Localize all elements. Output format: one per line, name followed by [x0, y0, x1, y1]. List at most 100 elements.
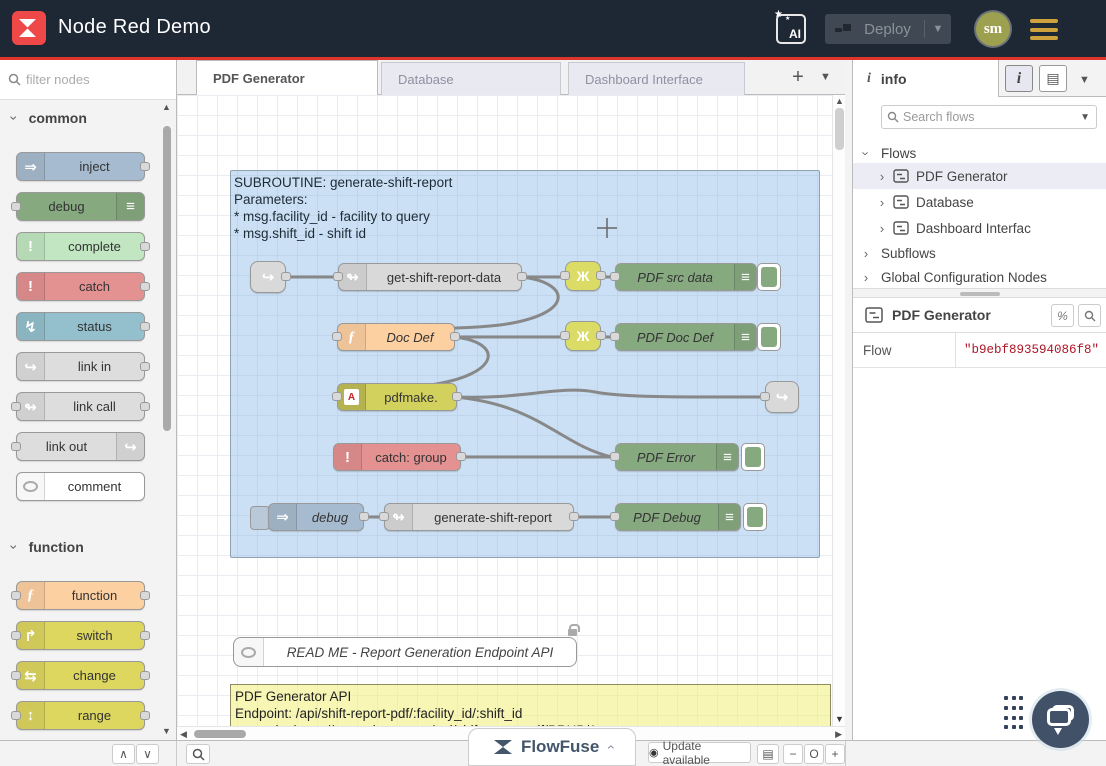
inject-trigger-button[interactable]: [250, 506, 270, 530]
node-pdfmake[interactable]: A pdfmake.: [337, 383, 457, 411]
main-menu-icon[interactable]: [1030, 19, 1058, 40]
input-port[interactable]: [610, 272, 620, 281]
node-debug-breakpoint[interactable]: Ж: [565, 321, 601, 351]
node-generate-shift-report[interactable]: ↬ generate-shift-report: [384, 503, 574, 531]
update-available-button[interactable]: ◉ Update available: [648, 742, 751, 763]
input-port[interactable]: [11, 202, 21, 211]
input-port[interactable]: [332, 332, 342, 341]
palette-node-debug[interactable]: debug ≡: [16, 192, 145, 221]
zoom-reset-button[interactable]: O: [804, 744, 824, 764]
palette-collapse-all-button[interactable]: ∧: [112, 744, 135, 764]
output-port[interactable]: [140, 711, 150, 720]
input-port[interactable]: [610, 452, 620, 461]
palette-node-catch[interactable]: ! catch: [16, 272, 145, 301]
chevron-right-icon[interactable]: ›: [875, 221, 889, 236]
scroll-down-icon[interactable]: ▼: [835, 714, 844, 724]
palette-node-comment[interactable]: comment: [16, 472, 145, 501]
input-port[interactable]: [11, 631, 21, 640]
palette-scrollbar[interactable]: ▲ ▼: [161, 102, 173, 736]
tab-database[interactable]: Database: [381, 62, 561, 95]
canvas-search-button[interactable]: [186, 744, 210, 764]
output-port[interactable]: [140, 671, 150, 680]
map-view-button[interactable]: ▤: [757, 744, 779, 764]
search-node-button[interactable]: [1078, 304, 1101, 327]
scroll-down-icon[interactable]: ▼: [162, 726, 171, 736]
chevron-right-icon[interactable]: ›: [875, 169, 889, 184]
deploy-dropdown-caret[interactable]: ▼: [925, 23, 951, 35]
input-port[interactable]: [760, 392, 770, 401]
debug-toggle-button[interactable]: [741, 443, 765, 471]
palette-node-inject[interactable]: ⇒ inject: [16, 152, 145, 181]
palette-node-switch[interactable]: ↱ switch: [16, 621, 145, 650]
palette-node-link-call[interactable]: ↬ link call: [16, 392, 145, 421]
property-value[interactable]: "b9ebf893594086f8": [956, 333, 1106, 367]
help-view-button[interactable]: ▤: [1039, 65, 1067, 92]
output-port[interactable]: [359, 512, 369, 521]
user-avatar[interactable]: sm: [976, 12, 1010, 46]
node-pdf-debug[interactable]: PDF Debug ≡: [615, 503, 741, 531]
scrollbar-thumb[interactable]: [194, 730, 246, 738]
input-port[interactable]: [379, 512, 389, 521]
input-port[interactable]: [332, 392, 342, 401]
node-doc-def[interactable]: ƒ Doc Def: [337, 323, 455, 351]
debug-toggle-button[interactable]: [757, 263, 781, 291]
sidebar-splitter[interactable]: [853, 288, 1106, 298]
output-port[interactable]: [140, 591, 150, 600]
zoom-out-button[interactable]: −: [783, 744, 803, 764]
output-port[interactable]: [140, 631, 150, 640]
input-port[interactable]: [11, 442, 21, 451]
chevron-right-icon[interactable]: ›: [859, 270, 873, 285]
tree-item-global-config[interactable]: › Global Configuration Nodes: [853, 264, 1106, 290]
tab-dashboard-interface[interactable]: Dashboard Interface: [568, 62, 745, 95]
output-port[interactable]: [596, 271, 606, 280]
palette-node-link-in[interactable]: ↪ link in: [16, 352, 145, 381]
palette-node-status[interactable]: ↯ status: [16, 312, 145, 341]
input-port[interactable]: [11, 591, 21, 600]
input-port[interactable]: [610, 512, 620, 521]
node-get-shift-report-data[interactable]: ↬ get-shift-report-data: [338, 263, 522, 291]
palette-node-change[interactable]: ⇆ change: [16, 661, 145, 690]
tab-list-caret[interactable]: ▼: [820, 71, 831, 83]
input-port[interactable]: [610, 332, 620, 341]
node-pdf-error[interactable]: PDF Error ≡: [615, 443, 739, 471]
chevron-down-icon[interactable]: ›: [859, 146, 874, 160]
chevron-right-icon[interactable]: ›: [875, 195, 889, 210]
ai-assistant-button[interactable]: ★ ★ AI: [776, 14, 806, 44]
palette-filter-input[interactable]: [0, 60, 176, 99]
output-port[interactable]: [596, 331, 606, 340]
output-port[interactable]: [456, 452, 466, 461]
scrollbar-thumb[interactable]: [163, 126, 171, 431]
output-port[interactable]: [140, 322, 150, 331]
tree-item-database[interactable]: › Database: [853, 189, 1106, 215]
chat-widget-button[interactable]: [1032, 691, 1089, 748]
node-link-out[interactable]: ↪: [765, 381, 799, 413]
node-link-in[interactable]: ↪: [250, 261, 286, 293]
output-port[interactable]: [140, 362, 150, 371]
deploy-button[interactable]: Deploy ▼: [825, 14, 951, 44]
node-pdf-doc-def[interactable]: PDF Doc Def ≡: [615, 323, 757, 351]
flow-canvas[interactable]: SUBROUTINE: generate-shift-report Parame…: [177, 95, 845, 740]
debug-toggle-button[interactable]: [743, 503, 767, 531]
input-port[interactable]: [11, 671, 21, 680]
chevron-right-icon[interactable]: ›: [859, 246, 873, 261]
search-options-caret[interactable]: ▼: [1080, 112, 1090, 123]
palette-section-common[interactable]: › common: [0, 100, 176, 130]
debug-toggle-button[interactable]: [757, 323, 781, 351]
tree-item-dashboard-interface[interactable]: › Dashboard Interfac: [853, 215, 1106, 241]
palette-node-range[interactable]: ↕ range: [16, 701, 145, 730]
node-comment-readme[interactable]: READ ME - Report Generation Endpoint API: [233, 637, 577, 667]
input-port[interactable]: [560, 331, 570, 340]
palette-node-complete[interactable]: ! complete: [16, 232, 145, 261]
output-port[interactable]: [517, 272, 527, 281]
node-inject-debug[interactable]: ⇒ debug: [268, 503, 364, 531]
scroll-up-icon[interactable]: ▲: [162, 102, 171, 112]
info-view-button[interactable]: i: [1005, 65, 1033, 92]
input-port[interactable]: [11, 711, 21, 720]
zoom-in-button[interactable]: +: [825, 744, 845, 764]
palette-node-function[interactable]: ƒ function: [16, 581, 145, 610]
node-pdf-src-data[interactable]: PDF src data ≡: [615, 263, 757, 291]
output-port[interactable]: [140, 162, 150, 171]
flowfuse-panel-button[interactable]: FlowFuse ›: [468, 728, 636, 766]
copy-link-button[interactable]: %: [1051, 304, 1074, 327]
tree-item-subflows[interactable]: › Subflows: [853, 240, 1106, 266]
